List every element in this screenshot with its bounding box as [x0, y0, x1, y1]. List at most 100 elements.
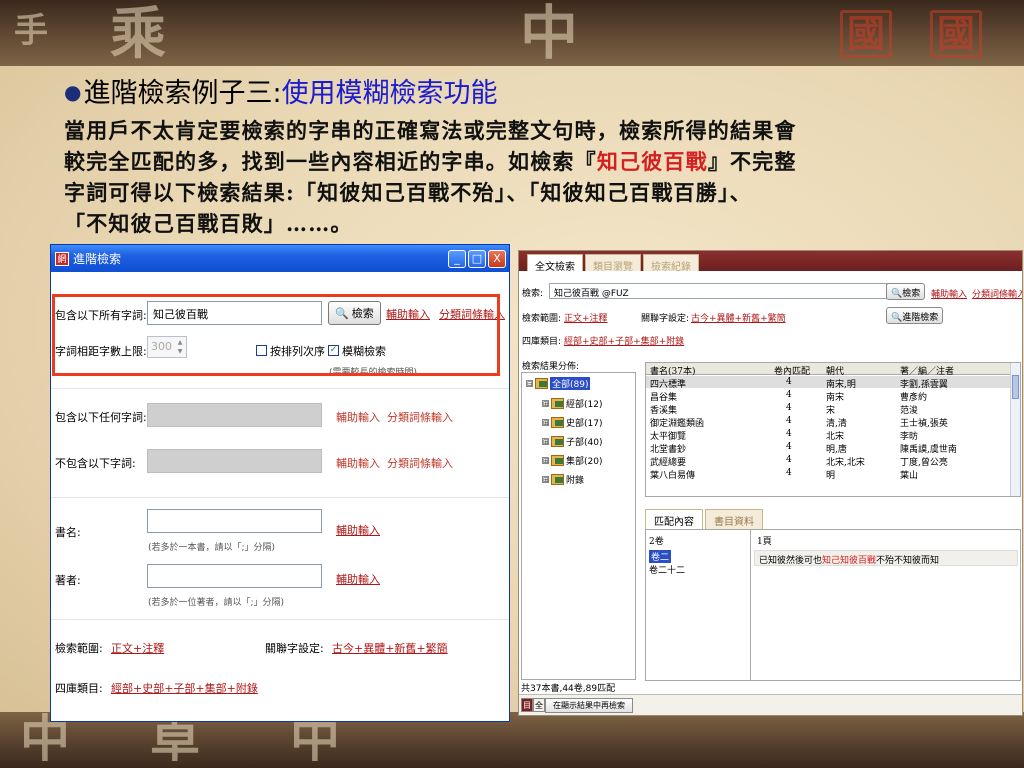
scope-link[interactable]: 正文+注釋	[111, 640, 164, 656]
table-cell[interactable]: 丁度,曾公亮	[900, 455, 948, 468]
fuzzy-checkbox[interactable]: ✓	[328, 345, 339, 356]
category-input-link[interactable]: 分類詞條輸入	[387, 455, 453, 471]
book-input[interactable]	[147, 509, 322, 533]
aux-input-link[interactable]: 輔助輸入	[336, 571, 380, 587]
related-chars-link[interactable]: 古今+異體+新舊+繁簡	[691, 311, 786, 324]
aux-input-link[interactable]: 輔助輸入	[386, 306, 430, 322]
exclude-words-input[interactable]	[147, 449, 322, 473]
expand-icon[interactable]: ⊞	[542, 438, 549, 446]
distribution-label: 檢索結果分佈:	[522, 362, 580, 372]
expand-icon[interactable]: ⊞	[542, 476, 549, 484]
tab-history[interactable]: 檢索紀錄	[643, 254, 699, 273]
tree-item-all[interactable]: ⊟ 全部(89)	[526, 377, 591, 390]
table-cell[interactable]: 葉山	[900, 468, 918, 481]
tab-book-info[interactable]: 書目資料	[705, 509, 763, 529]
table-cell[interactable]: 4	[786, 429, 792, 439]
table-cell[interactable]: 北宋,北宋	[826, 455, 865, 468]
search-button[interactable]: 🔍 檢索	[328, 301, 381, 325]
author-input[interactable]	[147, 564, 322, 588]
tree-item-jing[interactable]: ⊞ 經部(12)	[542, 397, 602, 410]
table-cell[interactable]: 太平御覽	[650, 429, 686, 442]
related-chars-link[interactable]: 古今+異體+新舊+繁簡	[332, 640, 448, 656]
expand-icon[interactable]: ⊞	[542, 400, 549, 408]
list-item[interactable]: 卷二十二	[649, 563, 685, 576]
any-words-input[interactable]	[147, 403, 322, 427]
table-cell[interactable]: 4	[786, 403, 792, 413]
tab-browse[interactable]: 類目瀏覽	[585, 254, 641, 273]
minimize-button[interactable]: _	[448, 249, 466, 268]
maximize-button[interactable]: □	[468, 249, 486, 268]
table-cell[interactable]: 南宋	[826, 390, 844, 403]
tab-fulltext[interactable]: 全文檢索	[527, 254, 583, 273]
category-link[interactable]: 經部+史部+子部+集部+附錄	[111, 680, 258, 696]
paragraph-line: 當用戶不太肯定要檢索的字串的正確寫法或完整文句時，檢索所得的結果會	[64, 118, 797, 143]
bullet-icon: ●	[64, 80, 82, 104]
order-checkbox[interactable]	[256, 345, 267, 356]
table-cell[interactable]: 葉八白易傳	[650, 468, 695, 481]
mini-tab-catalog[interactable]: 目	[521, 698, 533, 712]
table-cell[interactable]: 明,唐	[826, 442, 847, 455]
advanced-search-button[interactable]: 🔍進階檢索	[886, 307, 944, 324]
search-input[interactable]: 知己彼百戰 @FUZ ▼	[549, 283, 899, 299]
table-cell[interactable]: 陳禹謨,虞世南	[900, 442, 957, 455]
table-cell[interactable]: 4	[786, 390, 792, 400]
binoculars-icon: 🔍	[891, 313, 903, 323]
aux-input-link[interactable]: 輔助輸入	[931, 287, 967, 300]
table-cell[interactable]: 4	[786, 455, 792, 465]
table-cell[interactable]: 清,清	[826, 416, 847, 429]
dialog-body: 包含以下所有字詞: 知己彼百戰 🔍 檢索 輔助輸入 分類詞條輸入 字詞相距字數上…	[51, 272, 509, 721]
related-chars-label: 關聯字設定:	[265, 642, 324, 655]
expand-icon[interactable]: ⊞	[542, 419, 549, 427]
search-within-results-button[interactable]: 在顯示結果中再檢索	[545, 698, 633, 713]
stepper-arrows-icon[interactable]: ▲ ▼	[175, 338, 185, 356]
table-cell[interactable]: 御定淵鑑類函	[650, 416, 704, 429]
table-cell[interactable]: 四六標準	[650, 377, 686, 390]
table-cell[interactable]: 明	[826, 468, 835, 481]
table-cell[interactable]: 4	[786, 416, 792, 426]
distance-stepper[interactable]: 300 ▲ ▼	[147, 336, 187, 358]
table-cell[interactable]: 4	[786, 377, 792, 387]
collapse-icon[interactable]: ⊟	[526, 380, 533, 388]
dialog-titlebar[interactable]: 網 進階檢索 _ □ X	[51, 245, 509, 272]
table-cell[interactable]: 南宋,明	[826, 377, 856, 390]
mini-tab-full[interactable]: 全	[533, 698, 545, 712]
match-snippet[interactable]: 已知彼然後可也知己知彼百戰不殆不知彼而知	[754, 550, 1018, 566]
table-cell[interactable]: 王士禎,張英	[900, 416, 948, 429]
category-input-link[interactable]: 分類詞條輸入	[972, 287, 1022, 300]
category-input-link[interactable]: 分類詞條輸入	[387, 409, 453, 425]
tree-item-ji[interactable]: ⊞ 集部(20)	[542, 454, 602, 467]
result-distribution-tree: ⊟ 全部(89) ⊞ 經部(12) ⊞ 史部(17) ⊞ 子部(40) ⊞ 集部(20) …	[521, 372, 636, 680]
expand-icon[interactable]: ⊞	[542, 457, 549, 465]
table-cell[interactable]: 武經總要	[650, 455, 686, 468]
table-scrollbar[interactable]	[1010, 363, 1020, 496]
table-cell[interactable]: 昌谷集	[650, 390, 677, 403]
tree-item-zi[interactable]: ⊞ 子部(40)	[542, 435, 602, 448]
scope-link[interactable]: 正文+注釋	[564, 311, 608, 324]
table-cell[interactable]: 4	[786, 442, 792, 452]
table-cell[interactable]: 李劉,孫雲翼	[900, 377, 948, 390]
tab-match-content[interactable]: 匹配內容	[645, 509, 703, 529]
aux-input-link[interactable]: 輔助輸入	[336, 409, 380, 425]
table-cell[interactable]: 北堂書鈔	[650, 442, 686, 455]
aux-input-link[interactable]: 輔助輸入	[336, 455, 380, 471]
category-link[interactable]: 經部+史部+子部+集部+附錄	[564, 334, 684, 347]
scrollbar-thumb[interactable]	[1012, 375, 1019, 399]
separator	[51, 497, 509, 498]
book-hint: (若多於一本書，請以「;」分隔)	[148, 543, 276, 553]
tree-item-shi[interactable]: ⊞ 史部(17)	[542, 416, 602, 429]
status-text: 共37本書,44卷,89匹配	[521, 684, 616, 694]
table-cell[interactable]: 李昉	[900, 429, 918, 442]
search-button[interactable]: 🔍檢索	[886, 283, 926, 300]
table-cell[interactable]: 4	[786, 468, 792, 478]
aux-input-link[interactable]: 輔助輸入	[336, 522, 380, 538]
close-button[interactable]: X	[488, 249, 506, 268]
all-words-input[interactable]: 知己彼百戰	[147, 301, 322, 325]
table-cell[interactable]: 范浚	[900, 403, 918, 416]
table-cell[interactable]: 香溪集	[650, 403, 677, 416]
table-cell[interactable]: 北宋	[826, 429, 844, 442]
table-cell[interactable]: 宋	[826, 403, 835, 416]
table-cell[interactable]: 曹彥約	[900, 390, 927, 403]
list-item[interactable]: 卷二	[649, 550, 672, 563]
tree-item-appendix[interactable]: ⊞ 附錄	[542, 473, 584, 486]
category-input-link[interactable]: 分類詞條輸入	[439, 306, 505, 322]
